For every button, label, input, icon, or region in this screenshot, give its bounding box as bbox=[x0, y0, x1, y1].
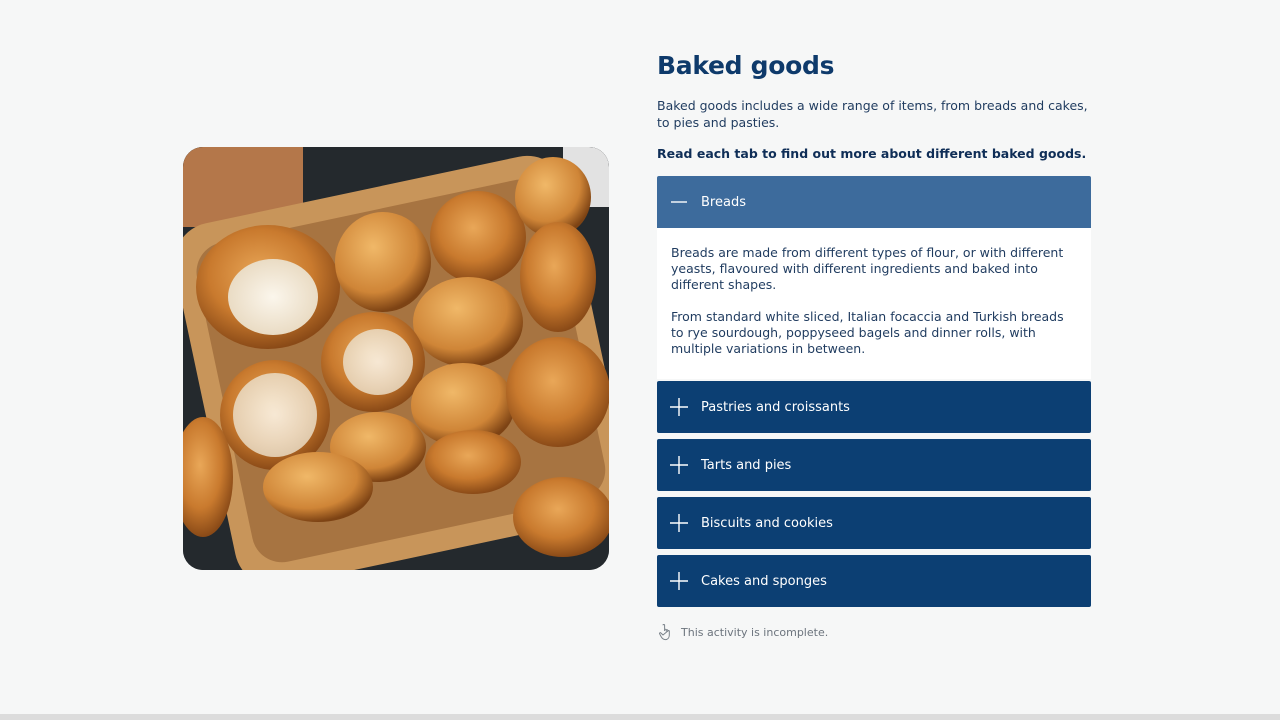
accordion-item-tarts: Tarts and pies bbox=[657, 439, 1091, 491]
minus-icon bbox=[657, 176, 701, 228]
hand-pointer-icon bbox=[659, 624, 670, 641]
bakery-basket-image bbox=[183, 147, 609, 570]
instruction-text: Read each tab to find out more about dif… bbox=[657, 146, 1087, 161]
plus-icon bbox=[657, 439, 701, 491]
accordion-header-breads[interactable]: Breads bbox=[657, 176, 1091, 228]
plus-icon bbox=[657, 381, 701, 433]
accordion-header-pastries[interactable]: Pastries and croissants bbox=[657, 381, 1091, 433]
content-column: Baked goods Baked goods includes a wide … bbox=[657, 50, 1091, 641]
accordion-item-pastries: Pastries and croissants bbox=[657, 381, 1091, 433]
accordion-label: Biscuits and cookies bbox=[701, 515, 833, 531]
status-text: This activity is incomplete. bbox=[681, 625, 829, 639]
bottom-scrollbar bbox=[0, 714, 1280, 720]
accordion-label: Pastries and croissants bbox=[701, 399, 850, 415]
panel-paragraph: Breads are made from different types of … bbox=[671, 245, 1064, 292]
plus-icon bbox=[657, 497, 701, 549]
page-title: Baked goods bbox=[657, 51, 835, 80]
page: Baked goods Baked goods includes a wide … bbox=[0, 0, 1280, 720]
activity-status: This activity is incomplete. bbox=[657, 623, 1091, 641]
accordion-item-breads: Breads Breads are made from different ty… bbox=[657, 176, 1091, 379]
accordion-header-biscuits[interactable]: Biscuits and cookies bbox=[657, 497, 1091, 549]
accordion-item-cakes: Cakes and sponges bbox=[657, 555, 1091, 607]
accordion-label: Tarts and pies bbox=[701, 457, 792, 473]
bakery-basket-illustration bbox=[183, 147, 609, 570]
plus-icon bbox=[657, 555, 701, 607]
accordion-panel-breads: Breads are made from different types of … bbox=[657, 228, 1091, 379]
accordion-item-biscuits: Biscuits and cookies bbox=[657, 497, 1091, 549]
accordion-header-tarts[interactable]: Tarts and pies bbox=[657, 439, 1091, 491]
accordion-label: Cakes and sponges bbox=[701, 573, 827, 589]
accordion: Breads Breads are made from different ty… bbox=[657, 176, 1091, 607]
intro-text: Baked goods includes a wide range of ite… bbox=[657, 98, 1088, 130]
panel-paragraph: From standard white sliced, Italian foca… bbox=[671, 309, 1064, 356]
accordion-header-cakes[interactable]: Cakes and sponges bbox=[657, 555, 1091, 607]
accordion-label: Breads bbox=[701, 194, 746, 210]
